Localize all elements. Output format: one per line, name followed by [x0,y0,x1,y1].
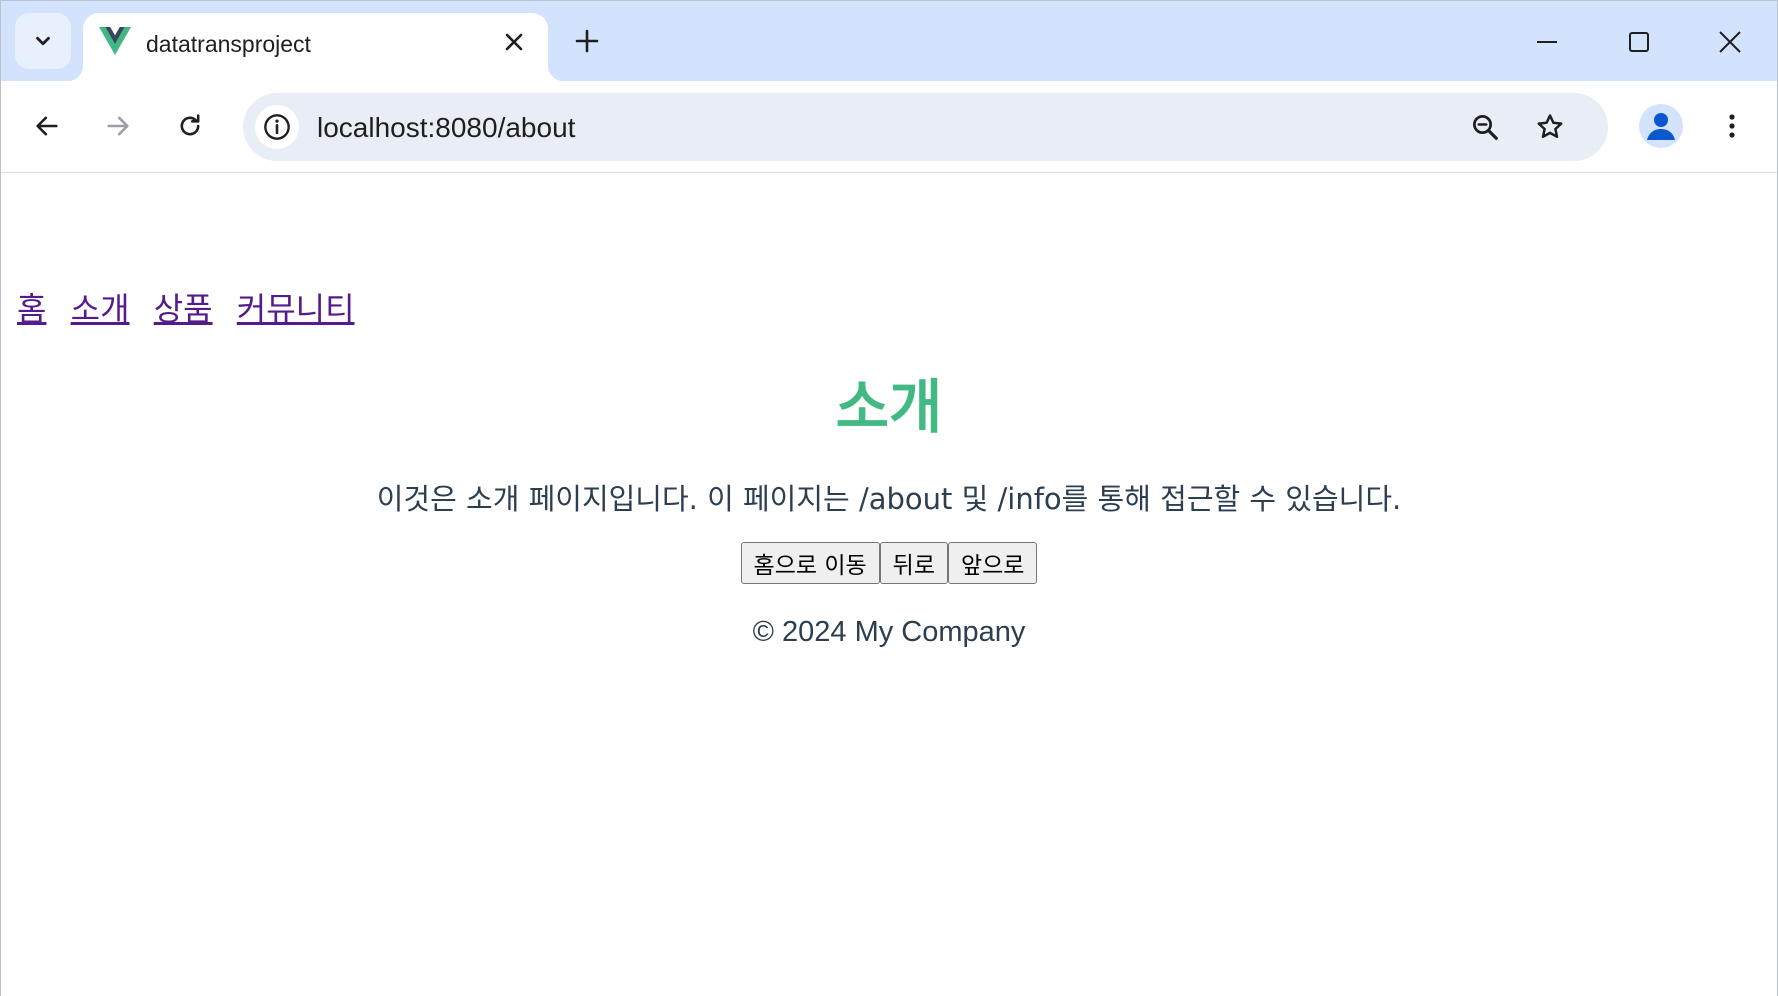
tab-search-button[interactable] [15,13,71,69]
close-icon [505,33,523,51]
go-forward-button[interactable]: 앞으로 [947,542,1038,584]
info-icon [264,114,290,140]
tab-close-button[interactable] [499,27,529,57]
maximize-icon [1629,32,1649,52]
go-home-button[interactable]: 홈으로 이동 [740,542,880,584]
go-back-button[interactable]: 뒤로 [879,542,948,584]
forward-button[interactable] [94,102,142,150]
bookmark-button[interactable] [1528,105,1572,149]
profile-avatar[interactable] [1639,104,1683,148]
tab-title: datatransproject [146,31,311,57]
nav-link-home[interactable]: 홈 [17,290,46,328]
reload-icon [180,114,200,136]
vue-logo-icon [99,27,131,55]
minimize-icon [1537,41,1557,43]
plus-icon [575,29,599,53]
page-footer: © 2024 My Company [752,616,1026,648]
active-tab[interactable]: datatransproject [67,13,564,81]
close-window-icon [1719,31,1741,53]
more-vert-icon [1729,114,1735,138]
star-icon [1537,114,1563,138]
page-viewport: 홈 소개 상품 커뮤니티 소개 이것은 소개 페이지입니다. 이 페이지는 /a… [1,174,1777,996]
close-window-button[interactable] [1702,17,1758,67]
reload-button[interactable] [166,102,214,150]
chevron-down-icon [36,36,50,46]
page-title: 소개 [835,373,943,441]
arrow-right-icon [107,116,129,136]
page-description: 이것은 소개 페이지입니다. 이 페이지는 /about 및 /info를 통해… [376,482,1402,516]
zoom-out-icon [1473,115,1498,140]
browser-window: datatransproject localhost:8080/about 홈 … [0,0,1778,996]
nav-link-about[interactable]: 소개 [71,290,130,328]
person-icon [1647,113,1675,140]
url-text[interactable]: localhost:8080/about [317,112,575,144]
address-bar[interactable]: localhost:8080/about [243,93,1608,161]
nav-link-community[interactable]: 커뮤니티 [237,290,355,328]
minimize-button[interactable] [1519,17,1575,67]
arrow-left-icon [36,116,58,136]
menu-button[interactable] [1708,102,1756,150]
browser-toolbar: localhost:8080/about [1,81,1777,173]
new-tab-button[interactable] [567,21,607,61]
navigation-buttons: 홈으로 이동 뒤로 앞으로 [1,542,1777,584]
maximize-button[interactable] [1611,17,1667,67]
main-nav: 홈 소개 상품 커뮤니티 [17,284,369,330]
back-button[interactable] [23,102,71,150]
site-info-button[interactable] [255,105,299,149]
tab-strip: datatransproject [1,1,1777,81]
nav-link-products[interactable]: 상품 [154,290,213,328]
zoom-button[interactable] [1463,105,1507,149]
